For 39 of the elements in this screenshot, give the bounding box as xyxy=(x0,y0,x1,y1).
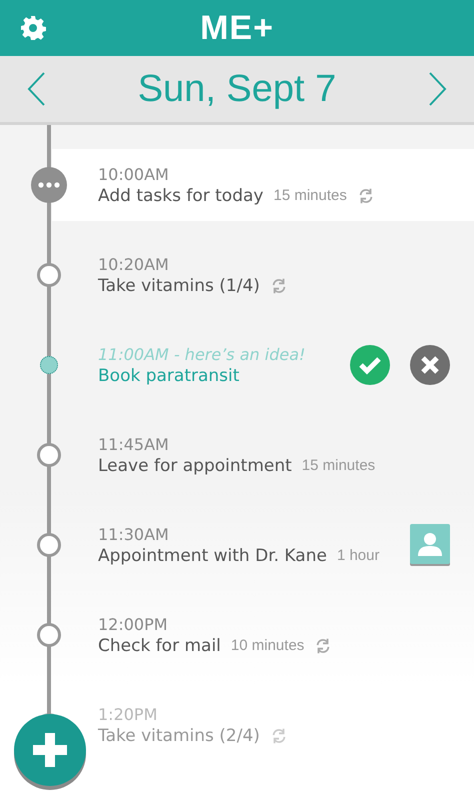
task-time: 11:30AM xyxy=(98,524,170,544)
task-time: 11:45AM xyxy=(98,434,170,454)
task-title: Appointment with Dr. Kane xyxy=(98,546,327,566)
task-title: Book paratransit xyxy=(98,366,240,386)
task-title: Check for mail xyxy=(98,636,221,656)
timeline-node xyxy=(37,263,61,287)
task-title: Add tasks for today xyxy=(98,186,264,206)
timeline-node xyxy=(37,443,61,467)
checkmark-icon xyxy=(350,345,390,385)
task-row[interactable]: 11:30AM Appointment with Dr. Kane 1 hour xyxy=(0,509,474,581)
contact-icon[interactable] xyxy=(410,524,450,566)
close-icon xyxy=(410,345,450,385)
timeline-node xyxy=(37,533,61,557)
plus-icon xyxy=(33,733,67,767)
timeline-node xyxy=(40,356,58,374)
task-time: 1:20PM xyxy=(98,704,158,724)
timeline-node xyxy=(37,623,61,647)
task-duration: 10 minutes xyxy=(230,637,304,654)
task-row[interactable]: 10:20AM Take vitamins (1/4) xyxy=(0,239,474,311)
chevron-right-icon xyxy=(428,71,448,107)
task-title: Take vitamins (2/4) xyxy=(98,726,260,746)
task-duration: 1 hour xyxy=(336,547,380,564)
app-title: ME+ xyxy=(200,8,274,48)
task-time: 11:00AM - here’s an idea! xyxy=(98,344,306,364)
task-time: 10:20AM xyxy=(98,254,170,274)
task-duration: 15 minutes xyxy=(302,457,376,474)
chevron-left-icon xyxy=(26,71,46,107)
task-time: 10:00AM xyxy=(98,164,170,184)
task-title: Take vitamins (1/4) xyxy=(98,276,260,296)
settings-icon[interactable] xyxy=(20,15,46,41)
task-row[interactable]: 12:00PM Check for mail 10 minutes xyxy=(0,599,474,671)
task-time: 12:00PM xyxy=(98,614,169,634)
accept-button[interactable] xyxy=(350,345,390,385)
task-row[interactable]: 11:45AM Leave for appointment 15 minutes xyxy=(0,419,474,491)
more-node-icon xyxy=(31,167,67,203)
dismiss-button[interactable] xyxy=(410,345,450,385)
date-title: Sun, Sept 7 xyxy=(138,68,336,110)
task-title: Leave for appointment xyxy=(98,456,292,476)
task-duration: 15 minutes xyxy=(273,187,347,204)
